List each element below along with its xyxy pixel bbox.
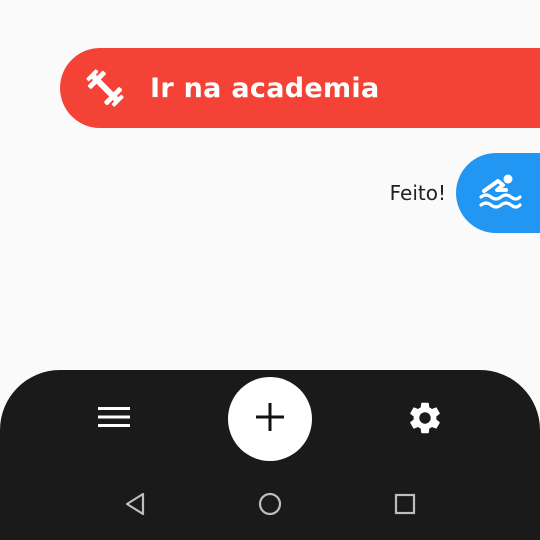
- done-row: Feito!: [390, 153, 540, 233]
- done-label: Feito!: [389, 181, 446, 205]
- back-button[interactable]: [121, 492, 149, 520]
- menu-button[interactable]: [94, 403, 134, 435]
- square-recent-icon: [393, 492, 417, 520]
- habit-card[interactable]: Ir na academia: [60, 48, 540, 128]
- settings-button[interactable]: [404, 399, 446, 441]
- dumbbell-icon: [82, 65, 128, 111]
- app-navigation: [0, 370, 540, 468]
- gear-icon: [406, 399, 444, 441]
- done-card[interactable]: [456, 153, 540, 233]
- swimming-icon: [478, 171, 522, 215]
- triangle-back-icon: [123, 491, 147, 521]
- add-habit-button[interactable]: [228, 377, 312, 461]
- home-button[interactable]: [256, 492, 284, 520]
- bottom-bar: [0, 370, 540, 540]
- app-screen: Ir na academia Feito!: [0, 0, 540, 540]
- recent-apps-button[interactable]: [391, 492, 419, 520]
- circle-home-icon: [257, 491, 283, 521]
- hamburger-menu-icon: [97, 405, 131, 433]
- system-navigation: [0, 482, 540, 526]
- plus-icon: [254, 401, 286, 437]
- habit-label: Ir na academia: [150, 72, 380, 104]
